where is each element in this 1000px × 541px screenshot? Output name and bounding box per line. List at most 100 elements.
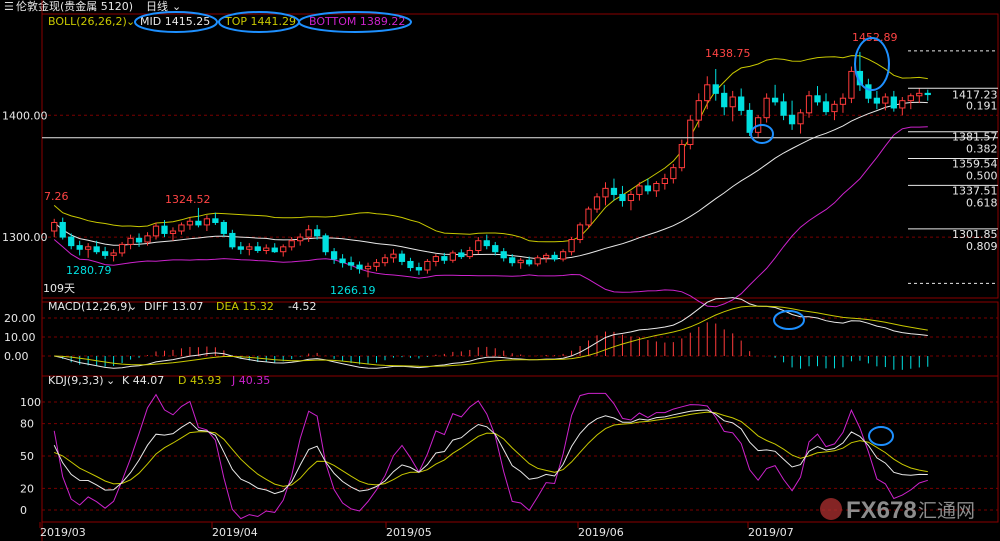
candle-body bbox=[288, 240, 295, 248]
candle-body bbox=[314, 229, 321, 237]
annotation-label: 1324.52 bbox=[165, 193, 211, 206]
candle-body bbox=[93, 246, 100, 253]
macd-dea-value: DEA 15.32 bbox=[216, 300, 274, 313]
candle-body bbox=[59, 221, 66, 238]
kdj-tick-label: 50 bbox=[20, 450, 34, 463]
fib-ratio-label: 0.382 bbox=[966, 143, 998, 156]
chevron-down-icon[interactable]: ⌄ bbox=[106, 374, 115, 387]
candle-body bbox=[534, 257, 541, 265]
candle-body bbox=[610, 187, 618, 195]
candle-body bbox=[721, 92, 728, 108]
candle-body bbox=[619, 193, 626, 202]
candle-body bbox=[381, 257, 389, 264]
candle-body bbox=[178, 224, 185, 232]
candle-body bbox=[85, 246, 92, 250]
candle-body bbox=[305, 229, 312, 238]
candle-body bbox=[653, 182, 660, 192]
watermark-brand: FX678 bbox=[846, 497, 917, 524]
chevron-down-icon[interactable]: ⌄ bbox=[126, 15, 135, 28]
candle-body bbox=[195, 220, 202, 226]
candle-body bbox=[229, 232, 236, 248]
candle-body bbox=[373, 262, 380, 267]
title-bar: ☰ 伦敦金现(贵金属 5120) 日线 ⌄ bbox=[4, 0, 181, 13]
candle-body bbox=[763, 97, 770, 119]
candle-body bbox=[712, 84, 719, 94]
candle-body bbox=[398, 253, 406, 262]
candle-body bbox=[644, 185, 652, 192]
candle-body bbox=[627, 193, 635, 202]
candle-body bbox=[882, 96, 889, 104]
candle-body bbox=[848, 70, 855, 99]
candle-body bbox=[390, 253, 397, 259]
annotation-label: 1266.19 bbox=[330, 284, 376, 297]
kdj-d-value: D 45.93 bbox=[178, 374, 221, 387]
candle-body bbox=[407, 260, 414, 269]
x-tick-label: 2019/05 bbox=[386, 526, 432, 539]
candle-body bbox=[899, 100, 906, 109]
candle-body bbox=[297, 236, 304, 242]
watermark-cn: 汇通网 bbox=[918, 500, 975, 522]
candle-body bbox=[246, 246, 253, 250]
x-tick-label: 2019/03 bbox=[40, 526, 86, 539]
kdj-tick-label: 20 bbox=[20, 482, 34, 495]
candle-body bbox=[924, 92, 931, 96]
instrument-title: 伦敦金现(贵金属 5120) bbox=[16, 0, 133, 13]
candle-body bbox=[161, 225, 168, 234]
candle-body bbox=[263, 247, 270, 251]
candle-body bbox=[788, 114, 796, 125]
price-tick-label: 1300.00 bbox=[2, 231, 48, 244]
candle-body bbox=[237, 246, 244, 250]
candle-body bbox=[424, 260, 431, 271]
kdj-j-value: J 40.35 bbox=[231, 374, 270, 387]
candle-body bbox=[805, 95, 813, 114]
candle-body bbox=[780, 101, 787, 116]
candle-body bbox=[76, 245, 83, 250]
candle-body bbox=[415, 267, 423, 271]
chevron-down-icon[interactable]: ⌄ bbox=[128, 300, 137, 313]
x-tick-label: 2019/06 bbox=[578, 526, 624, 539]
candle-body bbox=[330, 251, 338, 260]
candle-body bbox=[661, 178, 668, 184]
candle-body bbox=[865, 84, 872, 99]
candle-body bbox=[118, 243, 126, 254]
macd-tick-label: 20.00 bbox=[4, 312, 36, 325]
candle-body bbox=[797, 112, 804, 125]
kdj-tick-label: 100 bbox=[20, 396, 41, 409]
candle-body bbox=[602, 187, 609, 198]
candle-body bbox=[220, 221, 227, 234]
candle-body bbox=[101, 251, 109, 256]
candle-body bbox=[670, 167, 677, 180]
candle-body bbox=[500, 251, 507, 259]
candle-body bbox=[687, 119, 694, 146]
candle-body bbox=[873, 97, 881, 104]
annotation-label: 1280.79 bbox=[66, 264, 112, 277]
candle-body bbox=[280, 246, 287, 253]
x-tick-label: 2019/04 bbox=[212, 526, 258, 539]
kdj-k-value: K 44.07 bbox=[122, 374, 164, 387]
candle-body bbox=[186, 220, 194, 226]
candle-body bbox=[144, 235, 151, 243]
candle-body bbox=[458, 252, 465, 258]
fib-ratio-label: 0.809 bbox=[966, 240, 998, 253]
candle-body bbox=[492, 245, 499, 253]
period-selector[interactable]: 日线 bbox=[146, 0, 168, 13]
candle-body bbox=[271, 247, 278, 253]
candle-body bbox=[576, 224, 584, 241]
fib-ratio-label: 0.191 bbox=[966, 99, 998, 112]
candle-body bbox=[542, 254, 550, 259]
chart-canvas: ☰ 伦敦金现(贵金属 5120) 日线 ⌄ BOLL(26,26,2) ⌄ MI… bbox=[0, 0, 1000, 541]
boll-mid-value: MID 1415.25 bbox=[140, 15, 210, 28]
candle-body bbox=[814, 95, 821, 103]
candle-body bbox=[916, 92, 923, 97]
kdj-tick-label: 0 bbox=[20, 504, 27, 517]
macd-tick-label: 10.00 bbox=[4, 331, 36, 344]
logo-icon bbox=[820, 498, 842, 520]
boll-top-value: TOP 1441.29 bbox=[224, 15, 296, 28]
candle-body bbox=[68, 236, 75, 247]
candle-body bbox=[339, 258, 346, 264]
candle-body bbox=[254, 246, 261, 251]
window-menu-icon[interactable]: ☰ bbox=[4, 0, 14, 13]
candle-body bbox=[475, 240, 482, 251]
fib-ratio-label: 0.500 bbox=[966, 170, 998, 183]
candle-body bbox=[890, 96, 897, 109]
